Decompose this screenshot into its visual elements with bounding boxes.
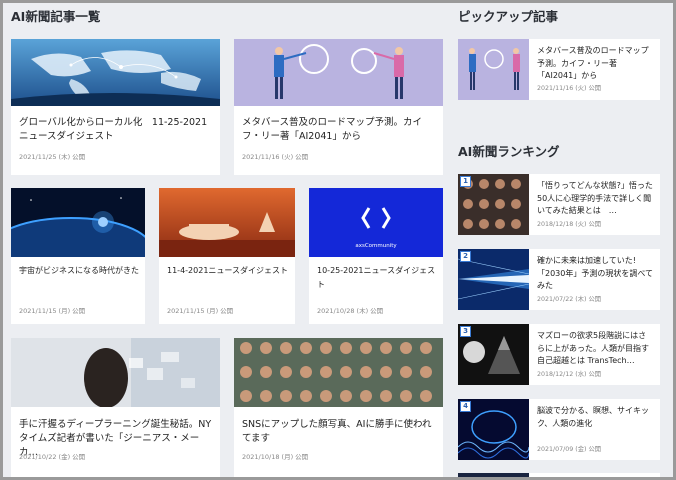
article-title[interactable]: SNSにアップした顔写真、AIに勝手に使われてます (242, 418, 437, 446)
thumbnail-logo-text: axsCommunity (355, 243, 397, 249)
ranking-item[interactable]: 2 確かに未来は加速していた!「2030年」予測の現状を調べてみた 2021/0… (458, 249, 660, 310)
ai-face-thumbnail (11, 338, 220, 407)
article-title[interactable]: グローバル化からローカル化 11-25-2021ニュースダイジェスト (19, 116, 214, 144)
article-card[interactable]: 11-4-2021ニュースダイジェスト 2021/11/15 (月) 公開 (159, 188, 295, 324)
pickup-article-title[interactable]: メタバース普及のロードマップ予測。カイフ・リー著「AI2041」から (537, 45, 654, 83)
article-title[interactable]: 10-25-2021ニュースダイジェスト (317, 264, 437, 292)
article-date: 2021/10/22 (金) 公開 (19, 453, 86, 461)
article-card[interactable]: SNSにアップした顔写真、AIに勝手に使われてます 2021/10/18 (月)… (234, 338, 443, 478)
axscommunity-logo-thumbnail: axsCommunity (309, 188, 443, 257)
ranking-item-date: 2021/07/09 (金) 公開 (537, 446, 602, 453)
ranking-item-title[interactable]: 脳波で分かる、瞑想、サイキック、人類の進化 (537, 405, 654, 430)
section-heading-pickup: ピックアップ記事 (458, 9, 559, 24)
face-grid-thumbnail (234, 338, 443, 407)
rank-badge: 3 (460, 326, 471, 337)
article-date: 2021/10/18 (月) 公開 (242, 453, 309, 461)
article-title[interactable]: メタバース普及のロードマップ予測。カイフ・リー著「AI2041」から (242, 116, 437, 144)
metaverse-illustration-thumbnail (234, 39, 443, 106)
article-date: 2021/11/15 (月) 公開 (167, 307, 234, 315)
article-date: 2021/11/16 (火) 公開 (242, 153, 309, 161)
article-date: 2021/11/15 (月) 公開 (19, 307, 86, 315)
world-map-thumbnail (11, 39, 220, 106)
metaverse-illustration-thumbnail (458, 39, 529, 100)
ranking-item-date: 2018/12/12 (水) 公開 (537, 371, 602, 378)
pickup-article[interactable]: メタバース普及のロードマップ予測。カイフ・リー著「AI2041」から 2021/… (458, 39, 660, 100)
ranking-item-date: 2021/07/22 (木) 公開 (537, 296, 602, 303)
rank-badge: 1 (460, 176, 471, 187)
article-title[interactable]: 11-4-2021ニュースダイジェスト (167, 264, 289, 278)
ranking-item-partial[interactable] (458, 473, 660, 480)
article-card[interactable]: 手に汗握るディープラーニング誕生秘話。NYタイムズ記者が書いた「ジーニアス・メー… (11, 338, 220, 478)
article-card[interactable]: 宇宙がビジネスになる時代がきた 2021/11/15 (月) 公開 (11, 188, 145, 324)
article-date: 2021/10/28 (木) 公開 (317, 307, 384, 315)
space-earth-thumbnail (11, 188, 145, 257)
ranking-item[interactable]: 3 マズローの欲求5段階説にはさらに上があった。人類が目指す自己超越とは Tra… (458, 324, 660, 385)
ranking-item-title[interactable]: 確かに未来は加速していた!「2030年」予測の現状を調べてみた (537, 255, 654, 293)
pickup-article-date: 2021/11/16 (火) 公開 (537, 85, 602, 92)
ranking-item[interactable]: 4 脳波で分かる、瞑想、サイキック、人類の進化 2021/07/09 (金) 公… (458, 399, 660, 460)
ranking-item-date: 2018/12/18 (火) 公開 (537, 221, 602, 228)
rank-badge: 4 (460, 401, 471, 412)
article-card[interactable]: グローバル化からローカル化 11-25-2021ニュースダイジェスト 2021/… (11, 39, 220, 175)
article-card[interactable]: メタバース普及のロードマップ予測。カイフ・リー著「AI2041」から 2021/… (234, 39, 443, 175)
article-date: 2021/11/25 (木) 公開 (19, 153, 86, 161)
section-heading-ranking: AI新聞ランキング (458, 144, 560, 159)
rank-badge: 2 (460, 251, 471, 262)
article-title[interactable]: 宇宙がビジネスになる時代がきた (19, 264, 139, 278)
ranking-item-title[interactable]: 「悟りってどんな状態?」悟った50人に心理学的手法で詳しく聞いてみた結果とは … (537, 180, 654, 218)
section-heading-articles: AI新聞記事一覧 (11, 9, 101, 24)
ranking-item-title[interactable]: マズローの欲求5段階説にはさらに上があった。人類が目指す自己超越とは Trans… (537, 330, 654, 368)
ranking-item[interactable]: 1 「悟りってどんな状態?」悟った50人に心理学的手法で詳しく聞いてみた結果とは… (458, 174, 660, 235)
desert-futuristic-thumbnail (159, 188, 295, 257)
article-card[interactable]: axsCommunity 10-25-2021ニュースダイジェスト 2021/1… (309, 188, 443, 324)
